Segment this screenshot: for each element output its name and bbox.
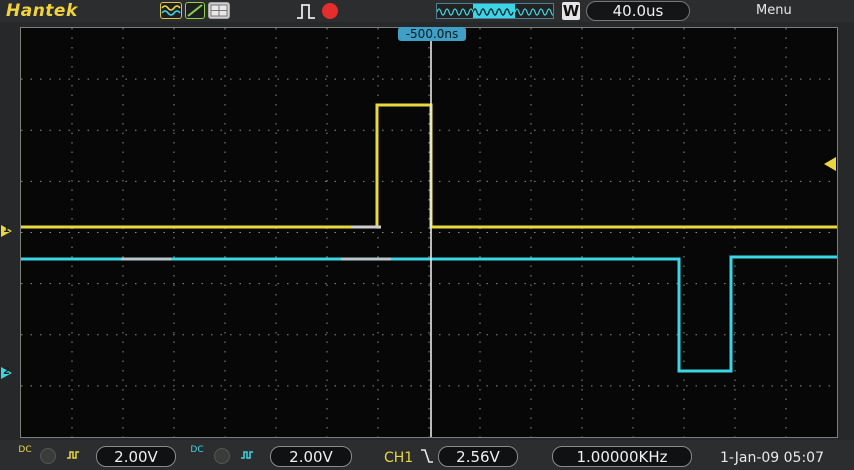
menu-button[interactable]: Menu	[756, 3, 792, 18]
acquisition-mode-badge: W	[562, 2, 580, 20]
graticule-svg	[21, 28, 837, 437]
waveform-display-icon[interactable]	[160, 2, 182, 19]
timebase-readout[interactable]: 40.0us	[586, 1, 690, 21]
ch2-coupling-label: DC	[190, 445, 204, 455]
ch1-probe-icon	[67, 451, 79, 459]
trigger-level-readout[interactable]: 2.56V	[438, 446, 518, 467]
ch2-volts-div[interactable]: 2.00V	[270, 446, 352, 467]
ch2-coupling-indicator: DC	[190, 446, 204, 455]
run-indicator-icon[interactable]	[322, 3, 338, 19]
top-status-bar: Hantek W 40.0us Menu	[0, 0, 854, 22]
trigger-source[interactable]: CH1	[384, 450, 413, 466]
grid-display-icon[interactable]	[208, 2, 230, 19]
oscilloscope-screen: Hantek W 40.0us Menu -500.0ns 1 2 DC 2.0…	[0, 0, 854, 470]
bottom-status-bar: DC 2.00V DC 2.00V CH1 2.56V 1.00000KHz 1…	[0, 440, 854, 470]
frequency-readout: 1.00000KHz	[552, 446, 692, 467]
date-time: 1-Jan-09 05:07	[720, 450, 824, 466]
ch1-coupling-indicator: DC	[18, 446, 32, 455]
falling-edge-icon	[421, 449, 433, 463]
ch1-bandwidth-icon	[40, 448, 56, 464]
ch1-volts-div[interactable]: 2.00V	[96, 446, 176, 467]
memory-position-strip[interactable]	[436, 3, 554, 19]
graticule-gridlines	[21, 28, 837, 437]
pulse-trigger-icon[interactable]	[296, 2, 316, 20]
ch2-probe-icon	[241, 451, 253, 459]
ch2-marker-label: 2	[3, 366, 10, 377]
waveform-graticule	[20, 27, 838, 438]
trigger-level-marker[interactable]	[824, 157, 836, 171]
memory-window-indicator	[472, 4, 515, 18]
brand-logo: Hantek	[6, 1, 78, 21]
trigger-position-readout[interactable]: -500.0ns	[398, 27, 466, 41]
ch1-marker-label: 1	[3, 224, 10, 235]
ch2-bandwidth-icon	[214, 448, 230, 464]
line-display-icon[interactable]	[185, 2, 205, 19]
ch1-coupling-label: DC	[18, 445, 32, 455]
